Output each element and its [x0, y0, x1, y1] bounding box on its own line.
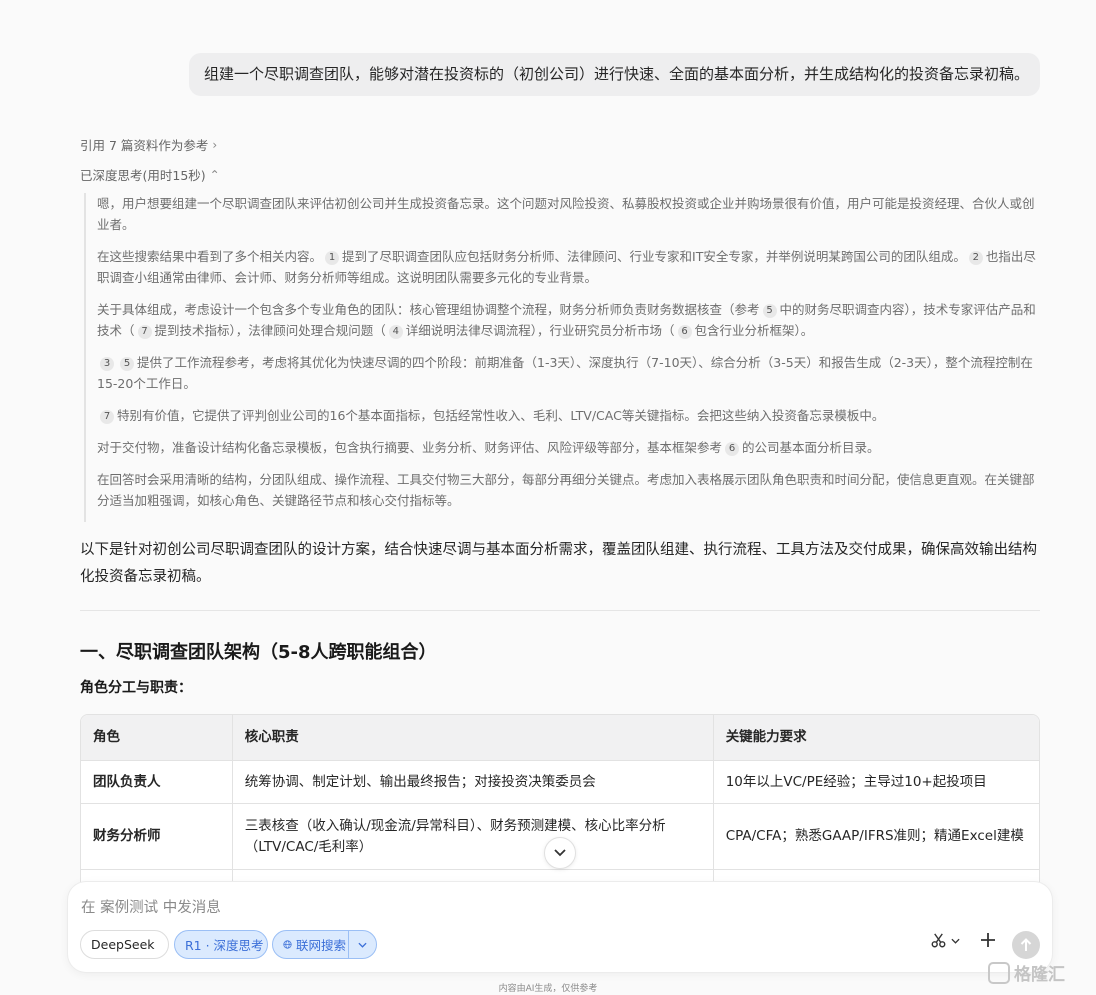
table-header-cell: 核心职责: [231, 715, 713, 760]
model-selector[interactable]: DeepSeek: [80, 930, 169, 959]
table-cell: 团队负责人: [93, 773, 161, 790]
chevron-down-icon: [358, 942, 367, 948]
table-cell: CPA/CFA；熟悉GAAP/IFRS准则；精通Excel建模: [712, 804, 1039, 869]
thinking-paragraph: 对于交付物，准备设计结构化备忘录模板，包含执行摘要、业务分析、财务评估、风险评级…: [97, 440, 880, 456]
thinking-paragraph: 在回答时会采用清晰的结构，分团队组成、操作流程、工具交付物三大部分，每部分再细分…: [97, 472, 1035, 508]
table-row: 团队负责人 统筹协调、制定计划、输出最终报告；对接投资决策委员会 10年以上VC…: [81, 760, 1039, 803]
answer-intro: 以下是针对初创公司尽职调查团队的设计方案，结合快速尽调与基本面分析需求，覆盖团队…: [80, 542, 1037, 585]
citation-badge[interactable]: 2: [968, 251, 983, 265]
citation-badge[interactable]: 7: [100, 410, 114, 424]
user-message-bubble: 组建一个尽职调查团队，能够对潜在投资标的（初创公司）进行快速、全面的基本面分析，…: [189, 53, 1040, 96]
message-input[interactable]: 在 案例测试 中发消息: [81, 896, 221, 917]
citation-badge[interactable]: 6: [677, 325, 692, 339]
watermark: 格隆汇: [988, 960, 1065, 985]
table-header-cell: 关键能力要求: [712, 715, 1039, 760]
sub-heading: 角色分工与职责：: [80, 680, 192, 696]
thinking-paragraph: 嗯，用户想要组建一个尽职调查团队来评估初创公司并生成投资备忘录。这个问题对风险投…: [97, 196, 1035, 232]
message-composer: 在 案例测试 中发消息 DeepSeek R1 · 深度思考 联网搜索: [68, 882, 1052, 972]
table-cell: 10年以上VC/PE经验；主导过10+起投项目: [712, 761, 1039, 803]
citation-badge[interactable]: 6: [725, 442, 740, 456]
send-button[interactable]: [1012, 931, 1040, 959]
deep-think-toggle[interactable]: R1 · 深度思考: [174, 930, 268, 959]
chevron-right-icon: ›: [212, 137, 218, 152]
thinking-paragraph: 关于具体组成，考虑设计一个包含多个专业角色的团队：核心管理组协调整个流程，财务分…: [97, 302, 1036, 339]
section-heading: 一、尽职调查团队架构（5-8人跨职能组合）: [80, 642, 437, 663]
citation-badge[interactable]: 1: [325, 251, 340, 265]
attach-button[interactable]: [980, 932, 996, 948]
scissors-icon: [931, 933, 946, 948]
ai-disclaimer: 内容由AI生成，仅供参考: [498, 984, 598, 994]
citation-badge[interactable]: 5: [120, 357, 134, 371]
arrow-up-icon: [1020, 938, 1032, 951]
references-toggle[interactable]: 引用 7 篇资料作为参考 ›: [80, 135, 217, 154]
chevron-up-icon: ⌃: [209, 167, 220, 182]
watermark-text: 格隆汇: [1014, 965, 1065, 985]
table-cell: 财务分析师: [93, 828, 161, 844]
thinking-paragraph: 3 5 提供了工作流程参考，考虑将其优化为快速尽调的四个阶段：前期准备（1-3天）、…: [97, 355, 1033, 391]
globe-icon: [283, 940, 292, 949]
web-search-toggle[interactable]: 联网搜索: [272, 930, 377, 959]
model-label: DeepSeek: [91, 937, 155, 952]
chevron-down-icon: [554, 849, 566, 857]
plus-icon: [981, 933, 995, 947]
thinking-content: 嗯，用户想要组建一个尽职调查团队来评估初创公司并生成投资备忘录。这个问题对风险投…: [84, 193, 1040, 522]
deep-think-label: R1 · 深度思考: [185, 938, 264, 953]
chevron-down-icon: [951, 938, 960, 944]
citation-badge[interactable]: 7: [137, 325, 152, 339]
thinking-paragraph: 在这些搜索结果中看到了多个相关内容。 1 提到了尽职调查团队应包括财务分析师、法律顾…: [97, 249, 1036, 285]
thinking-toggle[interactable]: 已深度思考(用时15秒) ⌃: [80, 165, 220, 184]
citation-badge[interactable]: 3: [100, 357, 114, 371]
thinking-paragraph: 7 特别有价值，它提供了评判创业公司的16个基本面指标，包括经常性收入、毛利、LT…: [97, 405, 1040, 426]
divider: [80, 610, 1040, 611]
table-header-cell: 角色: [93, 729, 120, 745]
roles-table: 角色 核心职责 关键能力要求 团队负责人 统筹协调、制定计划、输出最终报告；对接…: [80, 714, 1040, 900]
scroll-to-bottom-button[interactable]: [544, 837, 576, 869]
watermark-logo-icon: [988, 961, 1010, 984]
table-cell: 三表核查（收入确认/现金流/异常科目）、财务预测建模、核心比率分析（LTV/CA…: [231, 804, 713, 869]
table-header-row: 角色 核心职责 关键能力要求: [81, 715, 1039, 760]
references-label: 引用 7 篇资料作为参考: [80, 138, 209, 153]
web-search-label: 联网搜索: [295, 938, 346, 953]
table-cell: 统筹协调、制定计划、输出最终报告；对接投资决策委员会: [231, 761, 713, 803]
tools-menu-button[interactable]: [930, 932, 960, 949]
web-search-options[interactable]: [348, 931, 376, 958]
citation-badge[interactable]: 5: [762, 304, 777, 318]
thinking-label: 已深度思考(用时15秒): [80, 168, 206, 183]
citation-badge[interactable]: 4: [388, 325, 403, 339]
